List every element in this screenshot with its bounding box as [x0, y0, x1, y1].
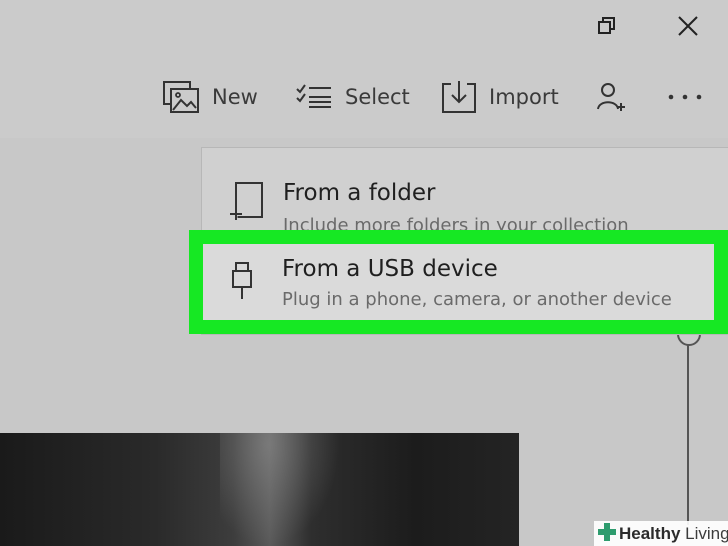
more-button[interactable]: [666, 78, 706, 116]
new-image-icon: [162, 80, 200, 114]
photo-thumbnail[interactable]: [0, 433, 519, 546]
watermark-logo-icon: [598, 522, 616, 545]
restore-button[interactable]: [587, 8, 627, 48]
menu-item-from-folder[interactable]: From a folder Include more folders in yo…: [202, 154, 728, 236]
folder-add-icon: [228, 180, 266, 222]
select-label: Select: [345, 85, 410, 109]
import-button[interactable]: Import: [441, 78, 559, 116]
close-icon: [677, 15, 699, 41]
person-add-icon: [596, 81, 630, 113]
highlight-box: [189, 230, 728, 334]
import-icon: [441, 80, 477, 114]
add-person-button[interactable]: [596, 78, 630, 116]
checklist-icon: [295, 83, 333, 111]
new-label: New: [212, 85, 258, 109]
watermark-text: Healthy Living: [619, 523, 728, 543]
menu-item-title: From a folder: [283, 180, 436, 206]
new-button[interactable]: New: [162, 78, 258, 116]
restore-icon: [597, 16, 617, 40]
timeline-scrubber-track[interactable]: [687, 345, 689, 525]
watermark: Healthy Living: [594, 521, 728, 546]
close-button[interactable]: [668, 8, 708, 48]
more-icon: [666, 92, 706, 102]
import-label: Import: [489, 85, 559, 109]
select-button[interactable]: Select: [295, 78, 410, 116]
